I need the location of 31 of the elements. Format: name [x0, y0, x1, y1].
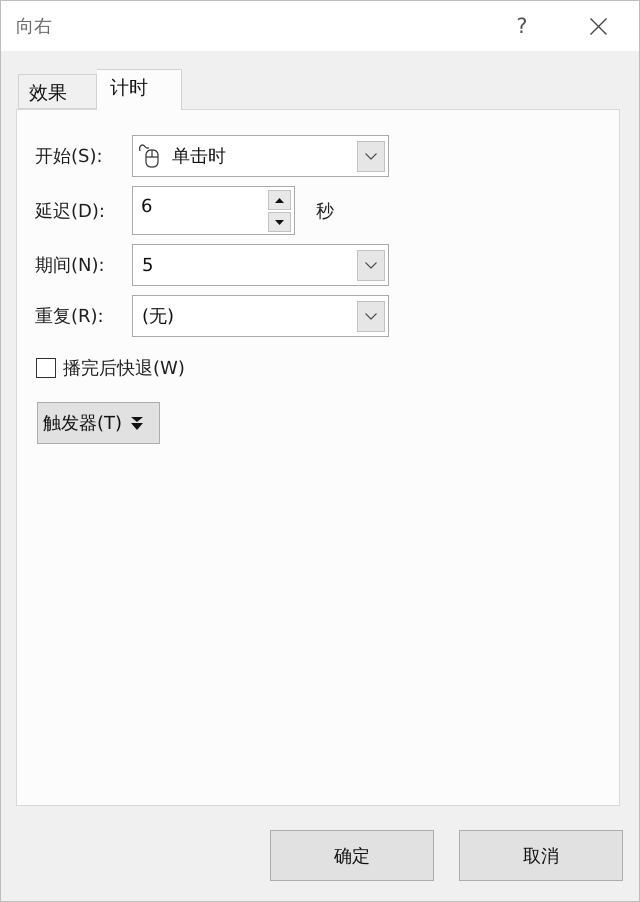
tab[interactable]: 计时	[97, 69, 182, 110]
chevron-down-icon	[365, 262, 377, 268]
tab[interactable]: 效果	[18, 74, 97, 109]
dropdown-value: (无)	[141, 305, 176, 328]
trigger-button[interactable]: 触发器(T)	[37, 402, 160, 444]
unit-label: 秒	[316, 200, 334, 222]
dialog-button[interactable]: 取消	[459, 830, 623, 881]
field-label: 开始(S):	[35, 145, 104, 168]
dropdown-field[interactable]: 5	[132, 244, 389, 286]
triangle-up-icon	[275, 198, 284, 202]
input-value: 6	[141, 195, 154, 217]
chevron-down-icon	[365, 152, 377, 160]
checkbox[interactable]	[36, 358, 56, 378]
double-arrow-down-icon	[131, 416, 144, 430]
checkbox-label[interactable]: 播完后快退(W)	[63, 356, 185, 380]
dialog-button[interactable]: 确定	[270, 830, 434, 881]
dropdown-value: 5	[141, 254, 154, 276]
dropdown-field[interactable]: 单击时	[132, 135, 389, 177]
dropdown-value: 单击时	[171, 145, 227, 168]
number-input-field[interactable]: 6	[132, 186, 295, 235]
field-label: 期间(N):	[35, 254, 106, 277]
dropdown-field[interactable]: (无)	[132, 295, 389, 337]
field-label: 延迟(D):	[35, 200, 106, 222]
spin-up-button[interactable]	[268, 190, 291, 210]
triangle-down-icon	[275, 220, 284, 224]
chevron-down-icon	[365, 312, 377, 320]
field-label: 重复(R):	[35, 305, 105, 328]
help-button[interactable]: ?	[499, 6, 545, 46]
window-title: 向右	[16, 15, 53, 38]
spin-down-button[interactable]	[268, 212, 291, 232]
close-icon	[590, 18, 606, 34]
